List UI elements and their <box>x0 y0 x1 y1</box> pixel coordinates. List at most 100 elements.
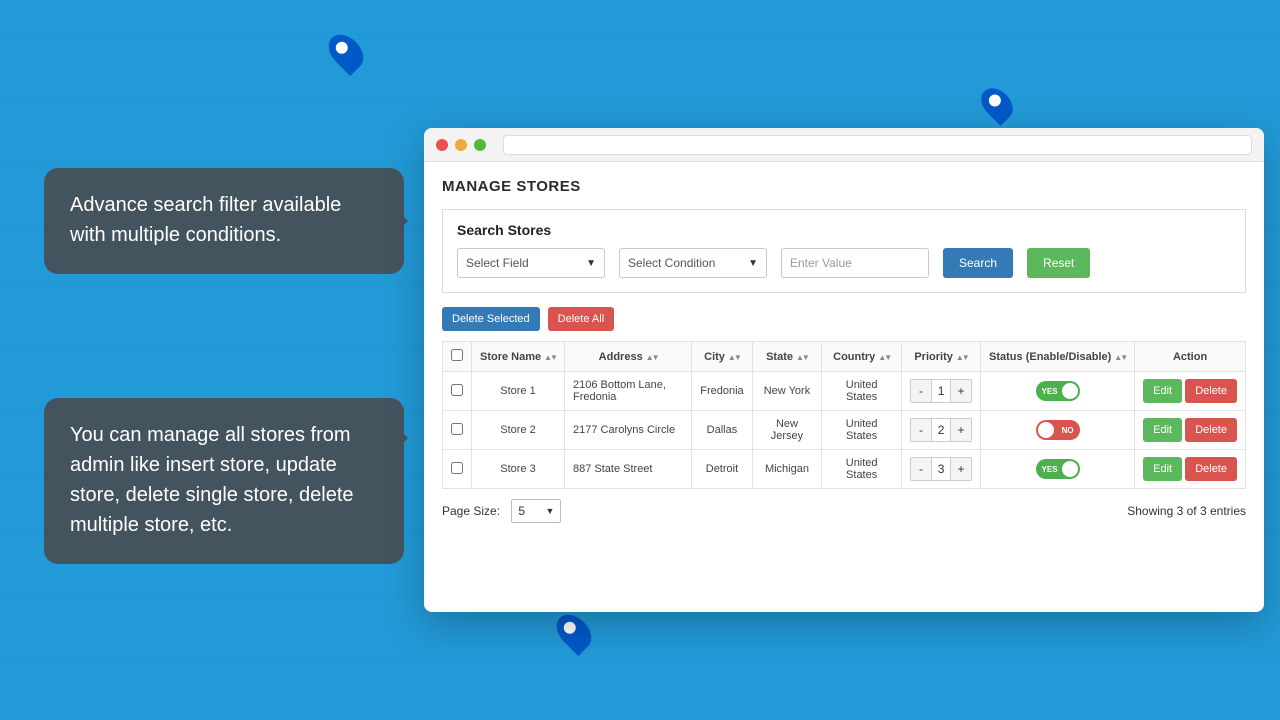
stepper-plus[interactable]: + <box>951 419 971 441</box>
cell-state: Michigan <box>752 450 822 489</box>
header-action: Action <box>1135 342 1246 372</box>
cell-city: Dallas <box>692 411 752 450</box>
select-field-dropdown[interactable]: Select Field ▼ <box>457 248 605 278</box>
stepper-plus[interactable]: + <box>951 458 971 480</box>
cell-store-name: Store 2 <box>472 411 565 450</box>
sort-icon: ▲▼ <box>796 353 808 362</box>
row-checkbox[interactable] <box>451 384 463 396</box>
bulk-actions: Delete Selected Delete All <box>442 307 1246 331</box>
table-row: Store 3887 State StreetDetroitMichiganUn… <box>443 450 1246 489</box>
delete-selected-button[interactable]: Delete Selected <box>442 307 540 331</box>
chevron-down-icon: ▼ <box>748 258 758 269</box>
maximize-icon[interactable] <box>474 139 486 151</box>
value-input[interactable]: Enter Value <box>781 248 929 278</box>
priority-stepper[interactable]: -3+ <box>910 457 972 481</box>
cell-country: United States <box>822 450 902 489</box>
table-footer: Page Size: 5 ▼ Showing 3 of 3 entries <box>442 499 1246 523</box>
cell-store-name: Store 1 <box>472 372 565 411</box>
search-button[interactable]: Search <box>943 248 1013 278</box>
select-all-checkbox[interactable] <box>451 349 463 361</box>
row-checkbox[interactable] <box>451 423 463 435</box>
delete-button[interactable]: Delete <box>1185 418 1237 442</box>
cell-status: NO <box>981 411 1135 450</box>
edit-button[interactable]: Edit <box>1143 457 1182 481</box>
search-row: Select Field ▼ Select Condition ▼ Enter … <box>457 248 1231 278</box>
status-toggle[interactable]: YES <box>1036 459 1080 479</box>
priority-stepper[interactable]: -1+ <box>910 379 972 403</box>
cell-city: Detroit <box>692 450 752 489</box>
page-content: MANAGE STORES Search Stores Select Field… <box>424 162 1264 612</box>
cell-status: YES <box>981 450 1135 489</box>
reset-button[interactable]: Reset <box>1027 248 1090 278</box>
select-condition-label: Select Condition <box>628 256 715 270</box>
sort-icon: ▲▼ <box>956 353 968 362</box>
callout-text: Advance search filter available with mul… <box>70 194 341 246</box>
page-size-value: 5 <box>518 504 525 518</box>
table-row: Store 12106 Bottom Lane, FredoniaFredoni… <box>443 372 1246 411</box>
page-size-label: Page Size: <box>442 504 500 518</box>
stepper-value: 1 <box>931 380 951 402</box>
header-checkbox <box>443 342 472 372</box>
header-store-name[interactable]: Store Name▲▼ <box>472 342 565 372</box>
value-placeholder: Enter Value <box>790 256 852 270</box>
status-toggle[interactable]: YES <box>1036 381 1080 401</box>
header-state[interactable]: State▲▼ <box>752 342 822 372</box>
cell-country: United States <box>822 372 902 411</box>
app-window: MANAGE STORES Search Stores Select Field… <box>424 128 1264 612</box>
edit-button[interactable]: Edit <box>1143 379 1182 403</box>
entries-text: Showing 3 of 3 entries <box>1127 504 1246 518</box>
cell-address: 2106 Bottom Lane, Fredonia <box>564 372 691 411</box>
cell-store-name: Store 3 <box>472 450 565 489</box>
sort-icon: ▲▼ <box>878 353 890 362</box>
sort-icon: ▲▼ <box>646 353 658 362</box>
table-header-row: Store Name▲▼ Address▲▼ City▲▼ State▲▼ Co… <box>443 342 1246 372</box>
url-bar[interactable] <box>503 135 1252 155</box>
header-priority[interactable]: Priority▲▼ <box>902 342 981 372</box>
callout-manage-stores: You can manage all stores from admin lik… <box>44 398 404 564</box>
stepper-value: 2 <box>931 419 951 441</box>
table-row: Store 22177 Carolyns CircleDallasNew Jer… <box>443 411 1246 450</box>
delete-button[interactable]: Delete <box>1185 379 1237 403</box>
row-checkbox[interactable] <box>451 462 463 474</box>
chevron-down-icon: ▼ <box>545 506 554 516</box>
stepper-value: 3 <box>931 458 951 480</box>
stepper-plus[interactable]: + <box>951 380 971 402</box>
cell-priority: -1+ <box>902 372 981 411</box>
status-toggle[interactable]: NO <box>1036 420 1080 440</box>
header-address[interactable]: Address▲▼ <box>564 342 691 372</box>
page-size-select[interactable]: 5 ▼ <box>511 499 561 523</box>
stepper-minus[interactable]: - <box>911 419 931 441</box>
minimize-icon[interactable] <box>455 139 467 151</box>
callout-text: You can manage all stores from admin lik… <box>70 424 354 536</box>
cell-action: Edit Delete <box>1135 372 1246 411</box>
stepper-minus[interactable]: - <box>911 458 931 480</box>
select-condition-dropdown[interactable]: Select Condition ▼ <box>619 248 767 278</box>
stepper-minus[interactable]: - <box>911 380 931 402</box>
cell-status: YES <box>981 372 1135 411</box>
window-titlebar <box>424 128 1264 162</box>
header-country[interactable]: Country▲▼ <box>822 342 902 372</box>
cell-address: 2177 Carolyns Circle <box>564 411 691 450</box>
priority-stepper[interactable]: -2+ <box>910 418 972 442</box>
delete-all-button[interactable]: Delete All <box>548 307 614 331</box>
close-icon[interactable] <box>436 139 448 151</box>
header-city[interactable]: City▲▼ <box>692 342 752 372</box>
sort-icon: ▲▼ <box>544 353 556 362</box>
cell-priority: -2+ <box>902 411 981 450</box>
select-field-label: Select Field <box>466 256 529 270</box>
chevron-down-icon: ▼ <box>586 258 596 269</box>
page-title: MANAGE STORES <box>442 178 1246 195</box>
header-status[interactable]: Status (Enable/Disable)▲▼ <box>981 342 1135 372</box>
cell-state: New York <box>752 372 822 411</box>
cell-priority: -3+ <box>902 450 981 489</box>
cell-state: New Jersey <box>752 411 822 450</box>
page-size-control: Page Size: 5 ▼ <box>442 499 561 523</box>
stores-table: Store Name▲▼ Address▲▼ City▲▼ State▲▼ Co… <box>442 341 1246 489</box>
delete-button[interactable]: Delete <box>1185 457 1237 481</box>
sort-icon: ▲▼ <box>728 353 740 362</box>
search-panel: Search Stores Select Field ▼ Select Cond… <box>442 209 1246 293</box>
cell-action: Edit Delete <box>1135 450 1246 489</box>
edit-button[interactable]: Edit <box>1143 418 1182 442</box>
cell-city: Fredonia <box>692 372 752 411</box>
sort-icon: ▲▼ <box>1114 353 1126 362</box>
